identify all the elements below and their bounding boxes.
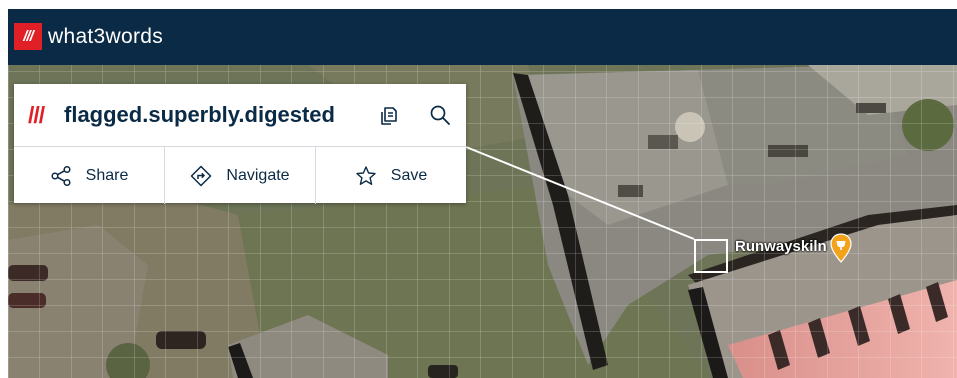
three-word-address[interactable]: flagged.superbly.digested [64, 100, 335, 130]
share-label: Share [85, 166, 129, 184]
address-prefix: /// [28, 102, 45, 128]
copy-icon[interactable] [376, 104, 400, 128]
share-button[interactable]: Share [14, 147, 164, 204]
cafe-pin-icon[interactable] [830, 233, 852, 263]
selected-square[interactable] [694, 239, 728, 273]
save-button[interactable]: Save [315, 147, 466, 204]
navigate-button[interactable]: Navigate [164, 147, 315, 204]
app-window: /// what3words Runwayskiln /// flagged.s… [8, 9, 957, 378]
address-row: /// flagged.superbly.digested [14, 84, 466, 146]
address-card: /// flagged.superbly.digested Share Navi… [14, 84, 466, 204]
poi-label[interactable]: Runwayskiln [735, 238, 827, 255]
navigate-label: Navigate [226, 166, 290, 184]
save-label: Save [390, 166, 428, 184]
share-icon [51, 165, 71, 186]
logo-icon[interactable]: /// [14, 23, 42, 50]
brand-name: what3words [48, 25, 164, 48]
star-icon [356, 165, 376, 185]
top-bar: /// what3words [8, 9, 957, 65]
search-icon[interactable] [428, 103, 452, 127]
navigate-icon [191, 165, 212, 186]
action-bar: Share Navigate Save [14, 146, 466, 204]
